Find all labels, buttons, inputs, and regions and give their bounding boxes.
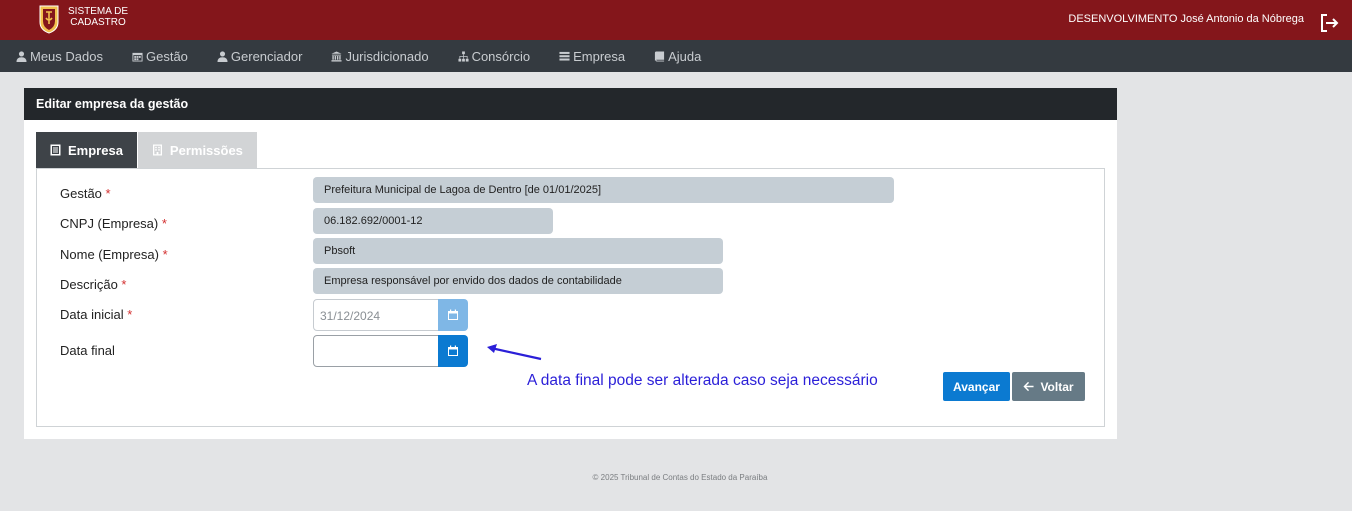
edit-company-card: Editar empresa da gestão Empresa Permiss… <box>24 88 1117 439</box>
nav-label: Consórcio <box>471 48 531 64</box>
form-panel: Gestão * Prefeitura Municipal de Lagoa d… <box>36 168 1105 427</box>
tab-label: Empresa <box>68 142 123 158</box>
main-nav: Meus Dados Gestão Gerenciador Jurisdicio… <box>0 40 1352 72</box>
nome-label: Nome (Empresa) * <box>60 247 168 262</box>
nav-label: Ajuda <box>668 48 702 64</box>
required-mark: * <box>161 216 167 231</box>
data-inicial-input: 31/12/2024 <box>313 299 439 331</box>
nome-field: Pbsoft <box>313 238 723 264</box>
required-mark: * <box>121 277 127 292</box>
logout-icon[interactable] <box>1318 12 1340 34</box>
required-mark: * <box>127 307 133 322</box>
tce-logo-icon <box>39 5 59 34</box>
calendar-icon <box>448 345 458 356</box>
brand-line-1: SISTEMA DE <box>68 6 129 17</box>
nav-item-ajuda[interactable]: Ajuda <box>654 49 701 64</box>
gestao-label: Gestão * <box>60 186 111 201</box>
tab-empresa[interactable]: Empresa <box>36 132 137 168</box>
nav-item-jurisdicionado[interactable]: Jurisdicionado <box>331 48 429 64</box>
gestao-field: Prefeitura Municipal de Lagoa de Dentro … <box>313 177 894 203</box>
data-inicial-label: Data inicial * <box>60 307 133 322</box>
data-final-input[interactable] <box>313 335 439 367</box>
sitemap-icon <box>458 50 469 62</box>
document-icon <box>50 144 61 156</box>
top-header: SISTEMA DE CADASTRO DESENVOLVIMENTO José… <box>0 0 1352 40</box>
tabs: Empresa Permissões <box>36 132 257 168</box>
descricao-field: Empresa responsável por envido dos dados… <box>313 268 723 294</box>
back-button-label: Voltar <box>1040 379 1074 394</box>
required-mark: * <box>105 186 111 201</box>
institution-icon <box>331 50 342 62</box>
tab-permissoes[interactable]: Permissões <box>137 132 257 168</box>
nav-item-consorcio[interactable]: Consórcio <box>458 48 531 64</box>
cnpj-field: 06.182.692/0001-12 <box>313 208 553 234</box>
card-title: Editar empresa da gestão <box>24 88 1117 120</box>
book-icon <box>655 50 665 62</box>
user-icon <box>16 50 27 62</box>
annotation-text: A data final pode ser alterada caso seja… <box>527 372 878 389</box>
required-mark: * <box>162 247 168 262</box>
nav-label: Gestão <box>145 48 188 64</box>
user-name: DESENVOLVIMENTO José Antonio da Nóbrega <box>1068 13 1304 25</box>
nav-label: Gerenciador <box>230 48 303 64</box>
data-inicial-calendar-button <box>438 299 468 331</box>
brand-line-2: CADASTRO <box>70 17 126 28</box>
nav-item-gestao[interactable]: Gestão <box>132 49 188 64</box>
data-final-label: Data final <box>60 343 115 358</box>
cnpj-label: CNPJ (Empresa) * <box>60 216 167 231</box>
brand-title: SISTEMA DE CADASTRO <box>68 6 128 28</box>
building-icon <box>152 144 162 156</box>
list-icon <box>559 51 570 61</box>
calendar-icon <box>448 309 458 320</box>
nav-item-gerenciador[interactable]: Gerenciador <box>217 48 303 64</box>
data-final-calendar-button[interactable] <box>438 335 468 367</box>
tab-label: Permissões <box>169 142 243 158</box>
annotation-arrow-icon <box>487 344 542 361</box>
nav-item-empresa[interactable]: Empresa <box>559 49 625 64</box>
nav-label: Meus Dados <box>30 48 103 64</box>
back-button[interactable]: Voltar <box>1012 372 1085 401</box>
footer: © 2025 Tribunal de Contas do Estado da P… <box>592 473 768 482</box>
user-icon <box>217 50 228 62</box>
arrow-left-icon <box>1023 381 1034 392</box>
nav-label: Empresa <box>573 48 626 64</box>
descricao-label: Descrição * <box>60 277 127 292</box>
nav-item-meus-dados[interactable]: Meus Dados <box>16 49 103 64</box>
advance-button[interactable]: Avançar <box>943 372 1010 401</box>
nav-label: Jurisdicionado <box>345 48 429 64</box>
calendar-icon <box>132 52 143 62</box>
